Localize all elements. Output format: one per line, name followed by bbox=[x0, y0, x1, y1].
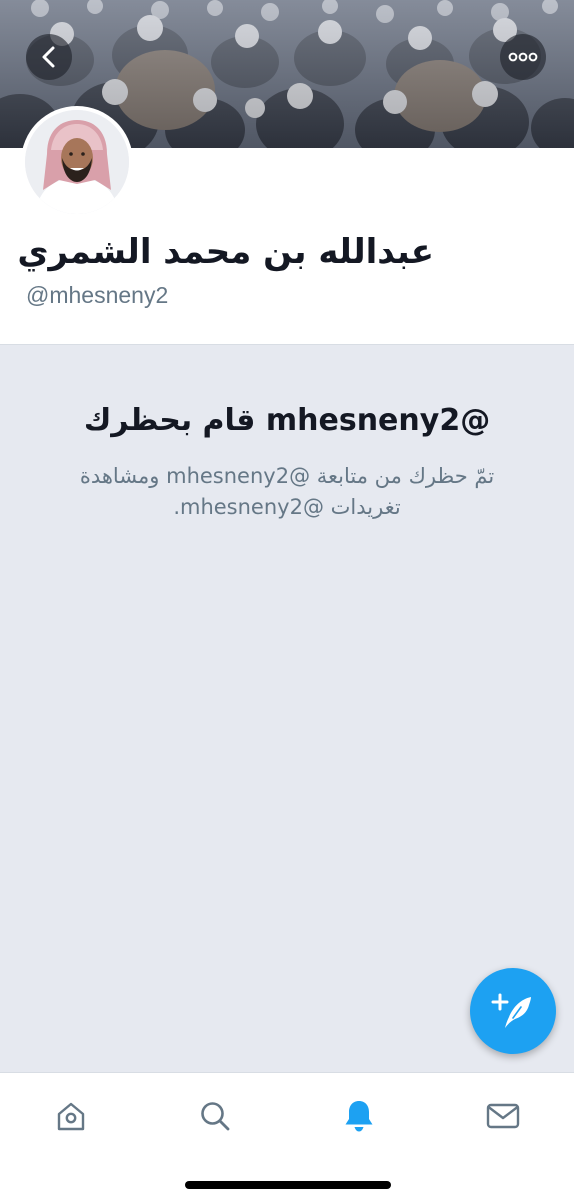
blocked-notice: @mhesneny2 قام بحظرك تمّ حظرك من متابعة … bbox=[0, 345, 574, 523]
compose-tweet-button[interactable] bbox=[470, 968, 556, 1054]
tab-messages[interactable] bbox=[478, 1091, 528, 1141]
search-icon bbox=[201, 1102, 230, 1131]
blocked-title: @mhesneny2 قام بحظرك bbox=[83, 403, 491, 438]
avatar[interactable] bbox=[21, 106, 133, 218]
home-indicator bbox=[185, 1181, 391, 1189]
profile-header: عبدالله بن محمد الشمري @mhesneny2 bbox=[0, 106, 574, 345]
tab-search[interactable] bbox=[190, 1091, 240, 1141]
more-options-button[interactable] bbox=[500, 34, 546, 80]
more-dots-icon bbox=[508, 52, 538, 62]
bottom-tab-bar bbox=[0, 1072, 574, 1200]
back-button[interactable] bbox=[26, 34, 72, 80]
blocked-description: تمّ حظرك من متابعة @mhesneny2 ومشاهدة تغ… bbox=[79, 464, 495, 519]
tab-notifications[interactable] bbox=[334, 1091, 384, 1141]
profile-screen: عبدالله بن محمد الشمري @mhesneny2 @mhesn… bbox=[0, 0, 574, 1200]
chevron-left-icon bbox=[42, 46, 55, 68]
profile-display-name: عبدالله بن محمد الشمري bbox=[17, 232, 434, 272]
compose-tweet-icon bbox=[491, 993, 531, 1028]
home-icon bbox=[57, 1102, 85, 1131]
bell-icon bbox=[345, 1101, 373, 1132]
mail-icon bbox=[486, 1103, 520, 1129]
profile-handle: @mhesneny2 bbox=[26, 282, 169, 308]
avatar-photo bbox=[25, 110, 129, 214]
tab-home[interactable] bbox=[46, 1091, 96, 1141]
